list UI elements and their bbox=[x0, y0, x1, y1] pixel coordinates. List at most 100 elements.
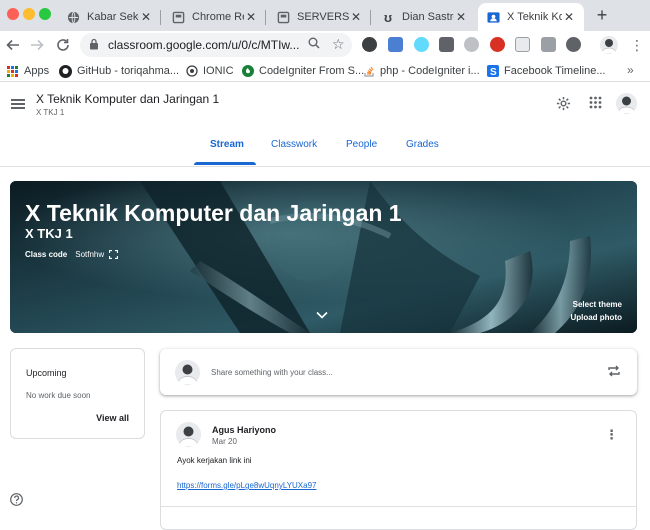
github-icon bbox=[59, 64, 72, 78]
browser-tab-strip: Kabar Sekolah ✕ Chrome Remote Desktop ✕ … bbox=[0, 0, 650, 31]
extension-icon[interactable] bbox=[541, 37, 556, 52]
post-author: Agus Hariyono bbox=[212, 425, 277, 435]
tab-close-icon[interactable]: ✕ bbox=[139, 10, 153, 24]
tab-title: Kabar Sekolah bbox=[87, 11, 139, 23]
tab-people[interactable]: People bbox=[346, 139, 377, 150]
browser-toolbar: classroom.google.com/u/0/c/MTIw... ☆ ⋮ bbox=[0, 31, 650, 60]
chevron-down-icon[interactable] bbox=[316, 311, 328, 319]
browser-tab[interactable]: SERVERSEKOLAH ✕ bbox=[268, 3, 371, 31]
tab-close-icon[interactable]: ✕ bbox=[349, 10, 363, 24]
upcoming-empty-text: No work due soon bbox=[26, 391, 91, 400]
tab-title: Chrome Remote Desktop bbox=[192, 11, 244, 23]
bookmark-codeigniter[interactable]: CodeIgniter From S... bbox=[241, 63, 364, 79]
page-icon bbox=[171, 10, 185, 24]
tab-title: X Teknik Komputer dan Jaringan 1 bbox=[507, 11, 562, 23]
lock-icon bbox=[90, 38, 98, 50]
browser-tab-active[interactable]: X Teknik Komputer dan Jaringan 1 ✕ bbox=[478, 3, 584, 31]
classroom-icon bbox=[486, 10, 500, 24]
bookmark-label: IONIC bbox=[203, 65, 234, 77]
class-title[interactable]: X Teknik Komputer dan Jaringan 1 bbox=[36, 92, 219, 106]
tab-grades[interactable]: Grades bbox=[406, 139, 439, 150]
window-close-button[interactable] bbox=[7, 8, 19, 20]
back-arrow-icon[interactable] bbox=[4, 36, 22, 54]
new-tab-button[interactable]: + bbox=[592, 5, 612, 26]
post-link[interactable]: https://forms.gle/pLge8wUqnyLYUXa97 bbox=[177, 481, 316, 490]
bookmark-apps[interactable]: Apps bbox=[6, 63, 49, 79]
profile-avatar[interactable] bbox=[600, 36, 618, 54]
google-apps-icon[interactable] bbox=[589, 96, 602, 112]
tab-close-icon[interactable]: ✕ bbox=[454, 10, 468, 24]
bookmark-label: GitHub - toriqahma... bbox=[77, 65, 180, 77]
browser-menu-icon[interactable]: ⋮ bbox=[630, 37, 644, 54]
browser-tab[interactable]: ʊ Dian Sastro ✕ bbox=[373, 3, 476, 31]
bookmark-label: Facebook Timeline... bbox=[504, 65, 606, 77]
browser-tab[interactable]: Chrome Remote Desktop ✕ bbox=[163, 3, 266, 31]
class-code-value: Sotfnhw bbox=[75, 250, 105, 259]
extension-icon[interactable] bbox=[464, 37, 479, 52]
globe-icon bbox=[66, 10, 80, 24]
extension-icon[interactable] bbox=[439, 37, 454, 52]
codeigniter-icon bbox=[241, 65, 254, 78]
bookmark-star-icon[interactable]: ☆ bbox=[332, 36, 345, 53]
post-divider bbox=[161, 506, 636, 507]
bookmark-ionic[interactable]: IONIC bbox=[185, 63, 234, 79]
main-menu-icon[interactable] bbox=[11, 99, 25, 109]
active-tab-indicator bbox=[194, 162, 256, 165]
page-icon bbox=[276, 10, 290, 24]
share-box[interactable]: Share something with your class... bbox=[160, 349, 637, 395]
class-code-label: Class code bbox=[25, 250, 68, 259]
extension-icon[interactable] bbox=[388, 37, 403, 52]
help-icon[interactable] bbox=[10, 493, 23, 506]
bookmarks-bar: Apps GitHub - toriqahma... IONIC CodeIgn… bbox=[0, 60, 650, 82]
window-minimize-button[interactable] bbox=[23, 8, 35, 20]
stream-post: Agus Hariyono Mar 20 ⋮ Ayok kerjakan lin… bbox=[160, 410, 637, 530]
tab-classwork[interactable]: Classwork bbox=[271, 139, 317, 150]
forward-arrow-icon[interactable] bbox=[28, 36, 46, 54]
ionic-icon bbox=[185, 65, 198, 78]
bookmark-label: php - CodeIgniter i... bbox=[380, 65, 480, 77]
settings-gear-icon[interactable] bbox=[556, 96, 571, 114]
tab-stream[interactable]: Stream bbox=[210, 139, 244, 150]
classroom-header: X Teknik Komputer dan Jaringan 1 X TKJ 1… bbox=[0, 83, 650, 167]
tab-close-icon[interactable]: ✕ bbox=[562, 10, 576, 24]
class-code: Class code Sotfnhw bbox=[25, 250, 119, 259]
bookmarks-overflow-button[interactable]: » bbox=[627, 63, 634, 77]
post-body: Ayok kerjakan link ini bbox=[177, 456, 252, 465]
bookmark-php[interactable]: php - CodeIgniter i... bbox=[362, 63, 480, 79]
gauge-extension-icon[interactable] bbox=[566, 37, 581, 52]
extension-icon[interactable] bbox=[362, 37, 377, 52]
tab-close-icon[interactable]: ✕ bbox=[244, 10, 258, 24]
extension-icon[interactable] bbox=[515, 37, 530, 52]
class-section: X TKJ 1 bbox=[36, 108, 65, 117]
bookmark-label: CodeIgniter From S... bbox=[259, 65, 365, 77]
u-icon: ʊ bbox=[383, 9, 393, 25]
repost-icon[interactable] bbox=[607, 364, 621, 378]
banner-class-section: X TKJ 1 bbox=[25, 226, 73, 241]
fullscreen-icon[interactable] bbox=[109, 250, 119, 259]
window-zoom-button[interactable] bbox=[39, 8, 51, 20]
view-all-link[interactable]: View all bbox=[96, 413, 129, 423]
block-extension-icon[interactable] bbox=[490, 37, 505, 52]
share-input[interactable]: Share something with your class... bbox=[211, 368, 333, 377]
address-bar[interactable]: classroom.google.com/u/0/c/MTIw... ☆ bbox=[80, 33, 352, 57]
apps-grid-icon bbox=[6, 65, 19, 78]
bookmark-facebook-timeline[interactable]: S Facebook Timeline... bbox=[486, 63, 606, 79]
reload-icon[interactable] bbox=[54, 36, 72, 54]
class-banner: X Teknik Komputer dan Jaringan 1 X TKJ 1… bbox=[10, 181, 637, 333]
post-date: Mar 20 bbox=[212, 437, 237, 446]
browser-tab[interactable]: Kabar Sekolah ✕ bbox=[58, 3, 161, 31]
upcoming-card: Upcoming No work due soon View all bbox=[10, 348, 145, 439]
stackoverflow-icon bbox=[362, 65, 375, 78]
bookmark-github[interactable]: GitHub - toriqahma... bbox=[59, 63, 179, 79]
s-icon: S bbox=[486, 65, 499, 78]
upload-photo-link[interactable]: Upload photo bbox=[570, 313, 622, 322]
more-options-icon[interactable]: ⋮ bbox=[605, 427, 618, 443]
select-theme-link[interactable]: Select theme bbox=[573, 300, 622, 309]
svg-text:S: S bbox=[490, 67, 497, 77]
account-avatar[interactable] bbox=[616, 93, 637, 114]
bookmark-label: Apps bbox=[24, 65, 50, 77]
react-extension-icon[interactable] bbox=[414, 37, 429, 52]
tab-title: Dian Sastro bbox=[402, 11, 454, 23]
author-avatar bbox=[176, 422, 201, 447]
zoom-icon[interactable] bbox=[308, 37, 320, 52]
